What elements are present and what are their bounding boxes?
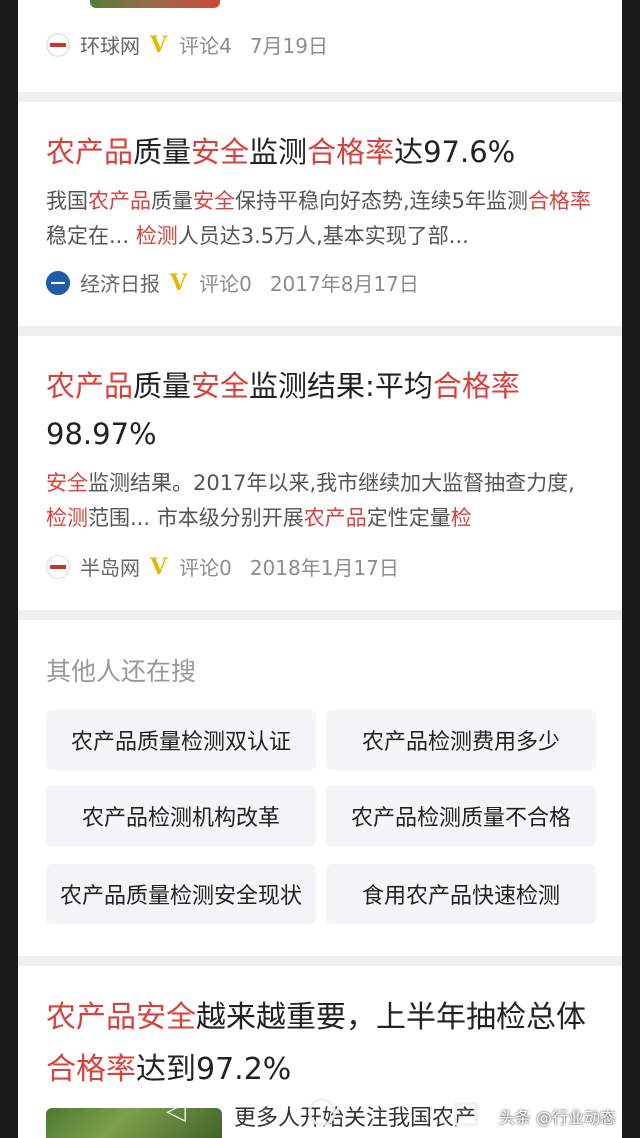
news-card[interactable]: 农产品质量安全监测结果:平均合格率98.97% 安全监测结果。2017年以来,我… [18,336,622,610]
highlighted-term: 检测 [46,506,88,530]
highlighted-term: 农产品 [88,189,151,213]
news-card[interactable]: 农产品质量安全监测合格率达97.6% 我国农产品质量安全保持平稳向好态势,连续5… [18,102,622,326]
comment-count: 评论0 [179,556,232,580]
article-meta: 半岛网 V 评论0 2018年1月17日 [46,552,399,581]
text-segment: 我国 [46,189,88,213]
text-segment: 98.97% [46,417,157,451]
search-results-page: 环球网 V 评论4 7月19日 农产品质量安全监测合格率达97.6% 我国农产品… [18,0,622,1138]
verified-badge-icon: V [150,553,168,580]
article-meta: 经济日报 V 评论0 2017年8月17日 [46,268,419,297]
text-segment: 越来越重要，上半年抽检总体 [196,1000,586,1035]
publish-date: 7月19日 [249,34,328,58]
related-search-chip[interactable]: 农产品检测质量不合格 [326,786,596,846]
text-segment: 人员达3.5万人,基本实现了部... [177,224,469,248]
text-segment: 质量 [151,189,193,213]
news-card[interactable]: 环球网 V 评论4 7月19日 [18,0,622,92]
text-segment: 定性定量 [366,506,451,530]
home-icon[interactable] [308,1098,336,1126]
highlighted-term: 安全 [191,135,250,169]
article-title[interactable]: 农产品质量安全监测合格率达97.6% [46,128,594,176]
highlighted-term: 合格率 [307,135,395,169]
highlighted-term: 检测 [135,224,178,248]
highlighted-term: 合格率 [46,1052,136,1087]
source-name[interactable]: 经济日报 [80,268,160,297]
related-search-chip[interactable]: 农产品检测机构改革 [46,786,316,846]
text-segment: 质量 [133,369,192,403]
text-segment: 监测结果。2017年以来,我市继续加大监督抽查力度, [88,471,575,495]
back-icon[interactable]: ◁ [166,1096,186,1126]
highlighted-term: 安全 [193,189,235,213]
text-segment: 达到97.2% [136,1052,292,1087]
related-searches-title: 其他人还在搜 [46,657,197,686]
article-summary: 安全监测结果。2017年以来,我市继续加大监督抽查力度,检测范围... 市本级分… [46,466,594,536]
related-search-chip[interactable]: 农产品质量检测安全现状 [46,864,316,924]
verified-badge-icon: V [150,31,168,58]
related-search-chip[interactable]: 食用农产品快速检测 [326,864,596,924]
related-searches: 其他人还在搜 农产品质量检测双认证 农产品检测费用多少 农产品检测机构改革 农产… [18,620,622,956]
source-logo-icon [46,270,70,295]
watermark: 头条 @行业动态 [498,1108,616,1127]
highlighted-term: 农产品 [46,135,134,169]
text-segment: 监测结果:平均 [249,369,433,403]
comment-count: 评论4 [179,34,232,58]
highlighted-term: 安全 [46,471,88,495]
source-name[interactable]: 半岛网 [80,552,140,581]
recents-icon[interactable] [454,1102,478,1126]
text-segment: 保持平稳向好态势,连续5年监测 [235,189,529,213]
highlighted-term: 安全 [191,369,250,403]
article-summary: 我国农产品质量安全保持平稳向好态势,连续5年监测合格率稳定在... 检测人员达3… [46,184,594,254]
highlighted-term: 检 [450,506,472,530]
screen-frame-left [0,0,18,1138]
text-segment: 质量 [133,135,192,169]
screen-frame-right [622,0,640,1138]
related-search-chip[interactable]: 农产品检测费用多少 [326,710,596,770]
text-segment: 范围... 市本级分别开展 [88,506,304,530]
source-name[interactable]: 环球网 [80,30,140,59]
system-nav-bar: ◁ 头条 @行业动态 [18,1090,622,1138]
article-title[interactable]: 农产品质量安全监测结果:平均合格率 98.97% [46,362,582,458]
comment-count: 评论0 [199,272,252,296]
article-title[interactable]: 农产品安全越来越重要，上半年抽检总体合格率达到97.2% [46,992,594,1096]
highlighted-term: 合格率 [528,189,592,213]
highlighted-term: 农产品安全 [46,1000,196,1035]
article-thumbnail [90,0,220,8]
article-meta: 环球网 V 评论4 7月19日 [46,30,328,59]
highlighted-term: 合格率 [432,369,520,403]
publish-date: 2018年1月17日 [249,556,399,580]
source-logo-icon [46,554,70,579]
highlighted-term: 农产品 [303,506,367,530]
text-segment: 达97.6% [394,135,516,169]
highlighted-term: 农产品 [46,369,134,403]
text-segment: 稳定在... [46,224,136,248]
source-logo-icon [46,32,70,57]
publish-date: 2017年8月17日 [269,272,419,296]
verified-badge-icon: V [170,269,188,296]
related-search-chip[interactable]: 农产品质量检测双认证 [46,710,316,770]
text-segment: 监测 [249,135,308,169]
